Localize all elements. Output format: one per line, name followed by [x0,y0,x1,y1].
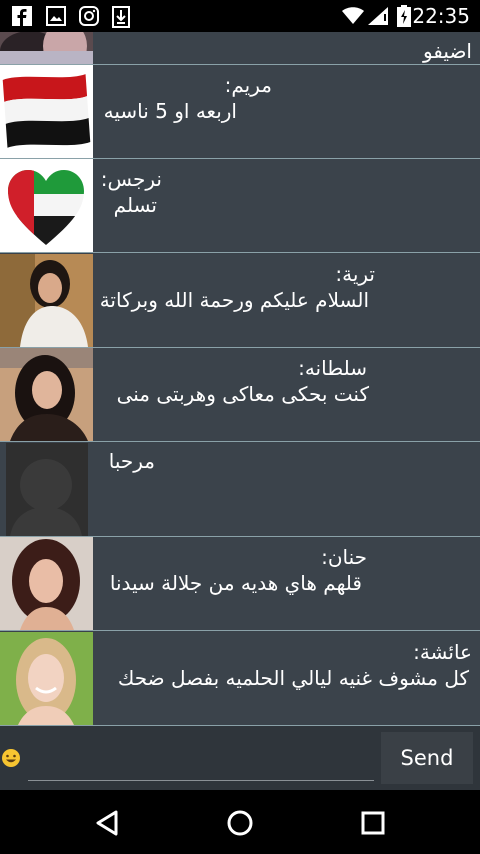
list-item[interactable]: ترية: السلام عليكم ورحمة الله وبركاتة [0,254,480,348]
avatar [0,537,93,630]
sender-name: نرجس: [100,167,162,191]
list-item[interactable]: اضيفو [0,32,480,65]
avatar [0,159,93,252]
message-input[interactable] [28,746,374,781]
instagram-icon [79,6,99,26]
emoji-icon[interactable] [1,748,21,768]
message-text: اربعه او 5 ناسيه [103,99,237,123]
list-item[interactable]: مرحبا [0,443,480,537]
message-text: السلام عليكم ورحمة الله وبركاتة [99,288,369,312]
avatar [0,632,93,725]
avatar [0,348,93,441]
back-icon[interactable] [92,808,122,838]
status-bar: 22:35 [0,0,480,32]
recents-icon[interactable] [358,808,388,838]
message-text: مرحبا [108,449,155,473]
sender-name: مريم: [224,73,272,97]
avatar [0,32,93,64]
list-item[interactable]: حنان: قلهم هاي هديه من جلالة سيدنا [0,537,480,631]
navigation-bar [0,790,480,854]
send-button[interactable]: Send [381,732,473,784]
message-text: تسلم [113,193,157,217]
sender-name: عائشة: [413,640,472,664]
message-text: كنت بحكى معاكى وهربتى منى [116,382,369,406]
sender-name: سلطانه: [298,356,367,380]
facebook-icon [12,6,32,26]
gallery-icon [46,6,66,26]
sender-name: ترية: [335,262,375,286]
sender-name: حنان: [321,545,367,569]
list-item[interactable]: سلطانه: كنت بحكى معاكى وهربتى منى [0,348,480,442]
avatar [0,65,93,158]
clock: 22:35 [412,4,470,28]
message-text: اضيفو [422,39,472,63]
chat-list[interactable]: اضيفو مريم: اربعه او 5 ناسيه نرجس: تسلم … [0,32,480,726]
home-icon[interactable] [225,808,255,838]
list-item[interactable]: نرجس: تسلم [0,159,480,253]
battery-icon [397,5,411,27]
avatar [0,254,93,347]
message-composer: Send [0,726,480,790]
list-item[interactable]: عائشة: كل مشوف غنيه ليالي الحلميه بفصل ض… [0,632,480,726]
avatar [0,443,93,536]
wifi-icon [342,7,364,24]
message-text: كل مشوف غنيه ليالي الحلميه بفصل ضحك [117,666,469,690]
message-text: قلهم هاي هديه من جلالة سيدنا [109,571,362,595]
download-icon [112,6,130,28]
list-item[interactable]: مريم: اربعه او 5 ناسيه [0,65,480,159]
signal-icon [368,7,388,25]
